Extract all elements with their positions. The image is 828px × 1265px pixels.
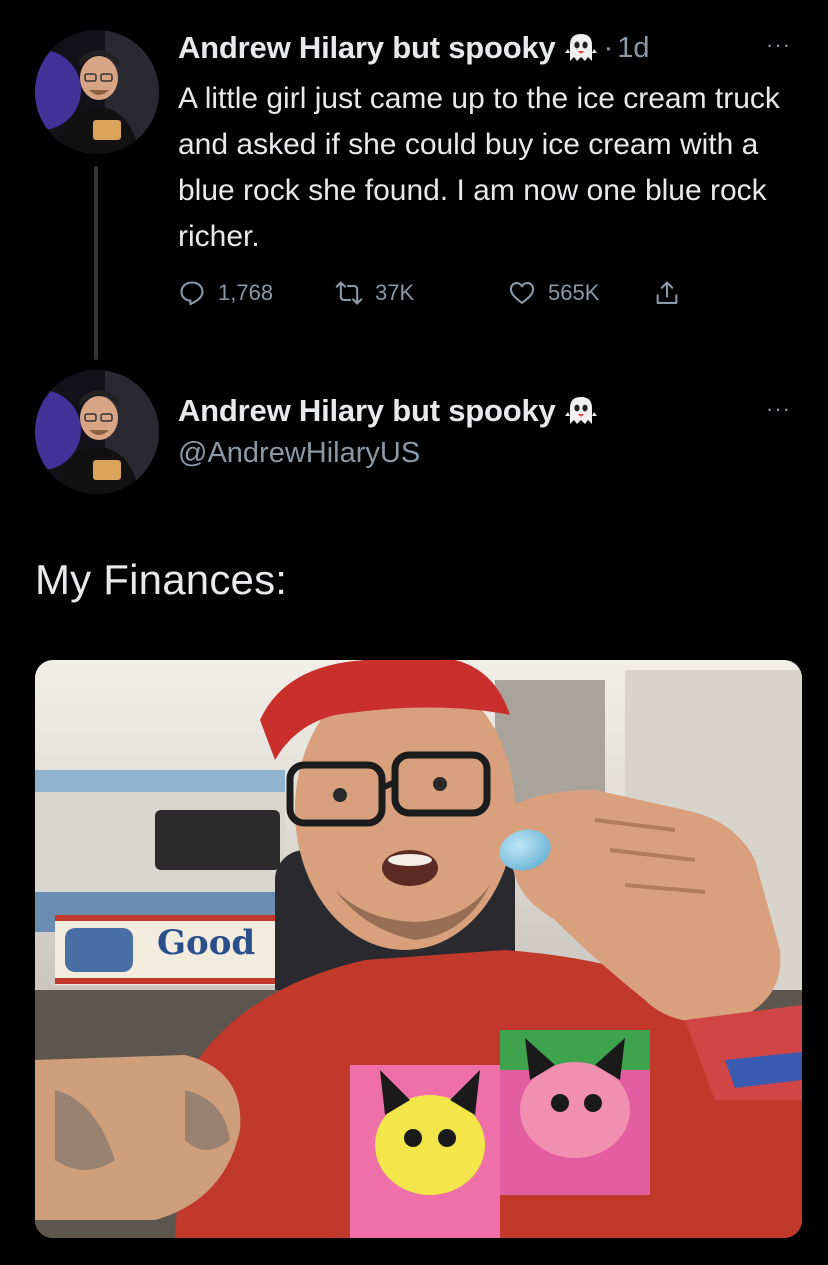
display-name[interactable]: Andrew Hilary but spooky [178, 30, 556, 66]
retweet-icon [335, 281, 363, 305]
timestamp[interactable]: 1d [617, 32, 649, 65]
thread-line [94, 166, 98, 360]
ghost-emoji-icon [564, 394, 598, 428]
reply-icon [180, 281, 204, 306]
tweet-photo[interactable]: Good [35, 660, 802, 1238]
photo-sign-text: Good [157, 923, 255, 963]
separator-dot: · [603, 31, 614, 64]
avatar-image [35, 370, 159, 494]
retweet-button[interactable]: 37K [335, 279, 414, 307]
avatar-image [35, 30, 159, 154]
more-options-icon[interactable]: ··· [766, 398, 791, 420]
avatar[interactable] [35, 30, 159, 154]
retweet-count: 37K [375, 280, 415, 305]
more-options-icon[interactable]: ··· [766, 34, 791, 56]
reply-count: 1,768 [218, 280, 274, 305]
share-icon [656, 281, 678, 304]
heart-icon [509, 282, 535, 304]
share-button[interactable] [653, 279, 693, 307]
ghost-emoji-icon [564, 31, 598, 65]
reply-button[interactable]: 1,768 [178, 279, 273, 307]
like-count: 565K [548, 280, 600, 305]
tweet-text: A little girl just came up to the ice cr… [178, 82, 780, 253]
selfie-with-blue-rock-image: Good [35, 660, 802, 1238]
tweet-header: Andrew Hilary but spooky · 1d [178, 30, 650, 66]
display-name[interactable]: Andrew Hilary but spooky [178, 393, 556, 429]
avatar[interactable] [35, 370, 159, 494]
like-button[interactable]: 565K [508, 279, 599, 307]
tweet-header: Andrew Hilary but spooky [178, 393, 598, 429]
tweet-actions: 1,768 37K 565K [178, 279, 718, 319]
user-handle[interactable]: @AndrewHilaryUS [178, 437, 420, 470]
tweet-text: My Finances: [35, 556, 288, 603]
